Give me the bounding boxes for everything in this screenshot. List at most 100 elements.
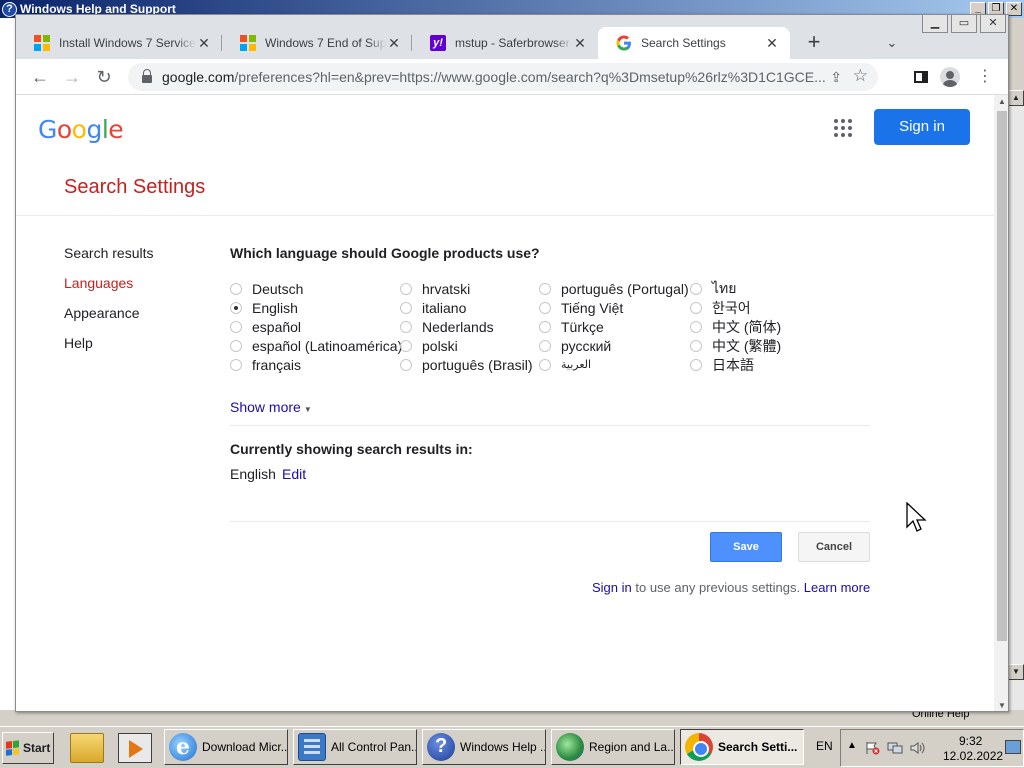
bookmark-star-icon[interactable]: ☆ <box>853 66 868 86</box>
tab-search-chevron-icon[interactable]: ⌄ <box>880 31 904 55</box>
radio-icon[interactable] <box>539 320 551 333</box>
radio-icon[interactable] <box>690 301 702 314</box>
learn-more-link[interactable]: Learn more <box>804 580 870 595</box>
volume-icon[interactable] <box>909 741 925 755</box>
language-option-english[interactable]: English <box>230 298 402 317</box>
google-apps-icon[interactable] <box>834 119 852 137</box>
tray-expand-icon[interactable]: ▲ <box>847 740 857 751</box>
language-option[interactable]: português (Brasil) <box>400 355 533 374</box>
radio-icon[interactable] <box>400 339 412 352</box>
save-button[interactable]: Save <box>710 532 782 562</box>
taskbar-item-region-language[interactable]: Region and La... <box>551 729 675 765</box>
radio-icon[interactable] <box>230 358 242 371</box>
network-icon[interactable] <box>887 741 903 755</box>
chrome-menu-icon[interactable]: ⋮ <box>971 63 999 91</box>
language-option[interactable]: hrvatski <box>400 279 533 298</box>
scrollbar-thumb[interactable] <box>997 111 1007 641</box>
language-option[interactable]: 日本語 <box>690 355 781 374</box>
radio-icon[interactable] <box>539 282 551 295</box>
nav-search-results[interactable]: Search results <box>64 245 153 275</box>
scroll-up-icon[interactable]: ▲ <box>994 95 1008 109</box>
language-option[interactable]: italiano <box>400 298 533 317</box>
language-option[interactable]: Türkçe <box>539 317 689 336</box>
chrome-close-button[interactable]: ✕ <box>980 15 1006 33</box>
taskbar-item-download-microsoft[interactable]: Download Micr... <box>164 729 288 765</box>
scroll-down-icon[interactable]: ▼ <box>994 699 1008 711</box>
radio-icon[interactable] <box>690 358 702 371</box>
tab-close-icon[interactable]: ✕ <box>764 35 780 52</box>
language-option[interactable]: polski <box>400 336 533 355</box>
nav-languages[interactable]: Languages <box>64 275 153 305</box>
back-arrow-icon[interactable]: ← <box>26 63 54 91</box>
radio-icon[interactable] <box>230 282 242 295</box>
language-option[interactable]: Deutsch <box>230 279 402 298</box>
chrome-restore-button[interactable]: ▭ <box>951 15 977 33</box>
radio-icon[interactable] <box>230 320 242 333</box>
tab-install-windows7-sp[interactable]: Install Windows 7 Service Pack ✕ <box>16 27 222 59</box>
forward-arrow-icon[interactable]: → <box>58 63 86 91</box>
language-option[interactable]: 中文 (繁體) <box>690 336 781 355</box>
nav-appearance[interactable]: Appearance <box>64 305 153 335</box>
page-scrollbar[interactable]: ▲ ▼ <box>994 95 1008 711</box>
help-window-scrollbar[interactable]: ▲ ▼ <box>1008 90 1024 710</box>
side-panel-icon[interactable] <box>914 71 928 83</box>
radio-icon[interactable] <box>400 320 412 333</box>
radio-icon[interactable] <box>690 282 702 295</box>
tab-close-icon[interactable]: ✕ <box>196 35 212 52</box>
language-option[interactable]: 中文 (简体) <box>690 317 781 336</box>
address-bar[interactable]: google.com/preferences?hl=en&prev=https:… <box>128 63 878 91</box>
show-desktop-icon[interactable] <box>1005 740 1021 754</box>
input-language-indicator[interactable]: EN <box>816 739 833 753</box>
language-option[interactable]: español (Latinoamérica) <box>230 336 402 355</box>
media-player-icon[interactable] <box>118 733 152 763</box>
radio-icon[interactable] <box>400 282 412 295</box>
explorer-folder-icon[interactable] <box>70 733 104 763</box>
radio-icon[interactable] <box>690 320 702 333</box>
radio-icon[interactable] <box>230 339 242 352</box>
action-center-flag-icon[interactable] <box>865 741 881 755</box>
taskbar-item-windows-help[interactable]: Windows Help ... <box>422 729 546 765</box>
language-option[interactable]: Tiếng Việt <box>539 298 689 317</box>
new-tab-button[interactable]: + <box>802 31 826 55</box>
lock-icon[interactable] <box>142 69 152 83</box>
taskbar-item-search-settings[interactable]: Search Setti... <box>680 729 804 765</box>
taskbar-item-control-panel[interactable]: All Control Pan... <box>293 729 417 765</box>
tab-mstup-yahoo[interactable]: y! mstup - Saferbrowser Yahoo ✕ <box>412 27 598 59</box>
sign-in-button[interactable]: Sign in <box>874 109 970 145</box>
tab-windows7-end-of-support[interactable]: Windows 7 End of Support ✕ <box>222 27 412 59</box>
help-scroll-down-icon[interactable]: ▼ <box>1008 664 1024 680</box>
language-option[interactable]: português (Portugal) <box>539 279 689 298</box>
radio-icon[interactable] <box>539 301 551 314</box>
cancel-button[interactable]: Cancel <box>798 532 870 562</box>
nav-help[interactable]: Help <box>64 335 153 365</box>
radio-icon[interactable] <box>400 358 412 371</box>
radio-icon[interactable] <box>539 358 551 371</box>
tab-close-icon[interactable]: ✕ <box>386 35 402 52</box>
language-option[interactable]: Nederlands <box>400 317 533 336</box>
show-more-link[interactable]: Show more ▼ <box>230 399 312 415</box>
radio-icon[interactable] <box>539 339 551 352</box>
chrome-minimize-button[interactable]: ▁ <box>922 15 948 33</box>
edit-link[interactable]: Edit <box>282 466 306 482</box>
tab-search-settings[interactable]: Search Settings ✕ <box>598 27 790 59</box>
tab-close-icon[interactable]: ✕ <box>572 35 588 52</box>
radio-icon[interactable] <box>690 339 702 352</box>
reload-icon[interactable]: ↻ <box>90 63 118 91</box>
language-option[interactable]: العربية <box>539 355 689 374</box>
language-option[interactable]: français <box>230 355 402 374</box>
address-url[interactable]: google.com/preferences?hl=en&prev=https:… <box>162 69 832 85</box>
google-logo[interactable]: Google <box>38 115 124 144</box>
language-option[interactable]: español <box>230 317 402 336</box>
language-option[interactable]: 한국어 <box>690 298 781 317</box>
signin-note-link[interactable]: Sign in <box>592 580 632 595</box>
start-button[interactable]: Start <box>2 732 54 764</box>
language-option[interactable]: русский <box>539 336 689 355</box>
radio-checked-icon[interactable] <box>230 301 242 314</box>
share-icon[interactable]: ⇪ <box>830 69 842 86</box>
radio-icon[interactable] <box>400 301 412 314</box>
clock-time[interactable]: 9:32 <box>959 734 982 748</box>
clock-date[interactable]: 12.02.2022 <box>943 749 1003 763</box>
help-scroll-up-icon[interactable]: ▲ <box>1008 90 1024 106</box>
profile-avatar-icon[interactable] <box>940 67 960 87</box>
language-option[interactable]: ไทย <box>690 279 781 298</box>
